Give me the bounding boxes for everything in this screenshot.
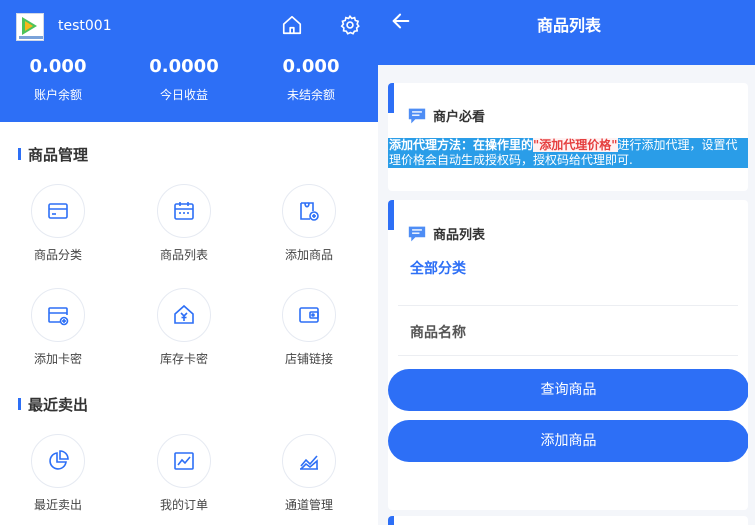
- pie-chart-icon: [49, 450, 69, 470]
- stat-account-balance: 0.000 账户余额: [0, 56, 118, 103]
- menu-item-label: 通道管理: [284, 498, 333, 512]
- menu-item-goods-list[interactable]: 商品列表: [134, 184, 234, 263]
- house-yen-icon: [174, 304, 194, 324]
- notice-heading: 商户必看: [407, 106, 485, 125]
- menu-item-add-goods[interactable]: 添加商品: [259, 184, 359, 263]
- menu-item-shop-link[interactable]: 店铺链接: [259, 288, 359, 367]
- stat-value: 0.000: [282, 56, 340, 77]
- menu-item-goods-category[interactable]: 商品分类: [8, 184, 108, 263]
- notice-text-prefix: 添加代理方法：在操作里的: [389, 138, 534, 152]
- stat-label: 未结余额: [286, 88, 335, 102]
- menu-item-label: 添加卡密: [33, 352, 82, 366]
- menu-item-label: 商品列表: [159, 248, 208, 262]
- section-title-goods: 商品管理: [18, 144, 88, 165]
- gear-icon[interactable]: [339, 14, 361, 36]
- card-icon: [48, 203, 68, 219]
- stat-label: 账户余额: [33, 88, 82, 102]
- wallet-icon: [299, 307, 319, 323]
- username: test001: [58, 18, 112, 34]
- category-select[interactable]: 全部分类: [410, 258, 466, 278]
- stat-today-earnings: 0.0000 今日收益: [124, 56, 244, 103]
- stat-unsettled-balance: 0.000 未结余额: [251, 56, 371, 103]
- message-icon: [408, 226, 426, 241]
- goods-list-card: 商品列表 全部分类 商品名称 查询商品 添加商品: [388, 200, 748, 510]
- menu-item-recent-sold[interactable]: 最近卖出: [8, 434, 108, 513]
- notice-card: 商户必看: [388, 83, 748, 191]
- menu-item-label: 添加商品: [284, 248, 333, 262]
- menu-item-label: 我的订单: [159, 498, 208, 512]
- merchant-dashboard-panel: test001 0.000 账户余额 0.0000 今日收益 0.000 未结余…: [0, 0, 378, 525]
- goods-list-heading: 商品列表: [407, 224, 485, 243]
- stat-value: 0.0000: [149, 56, 219, 77]
- notice-text-highlight: "添加代理价格": [533, 138, 618, 152]
- menu-item-my-orders[interactable]: 我的订单: [134, 434, 234, 513]
- goods-list-heading-text: 商品列表: [433, 228, 486, 243]
- notice-text: 添加代理方法：在操作里的"添加代理价格"进行添加代理，设置代理价格会自动生成授权…: [388, 138, 748, 168]
- add-goods-button[interactable]: 添加商品: [388, 420, 748, 462]
- divider: [398, 305, 738, 306]
- menu-item-label: 最近卖出: [33, 498, 82, 512]
- stat-label: 今日收益: [159, 88, 208, 102]
- area-chart-icon: [300, 455, 318, 470]
- message-icon: [408, 108, 426, 123]
- stat-value: 0.000: [29, 56, 87, 77]
- menu-item-label: 商品分类: [33, 248, 82, 262]
- divider: [398, 355, 738, 356]
- calendar-icon: [174, 202, 194, 220]
- menu-item-label: 店铺链接: [284, 352, 333, 366]
- card-add-icon: [48, 307, 69, 326]
- home-icon[interactable]: [281, 14, 303, 36]
- goods-name-field[interactable]: 商品名称: [410, 322, 466, 342]
- dashboard-body: 商品管理 商品分类 商品列表 添加商品 添加卡密 库存卡密 店铺链接 最近卖出 …: [0, 122, 378, 525]
- page-header: 商品列表: [378, 0, 755, 65]
- avatar[interactable]: [16, 13, 44, 41]
- bag-add-icon: [300, 202, 319, 221]
- account-header: test001 0.000 账户余额 0.0000 今日收益 0.000 未结余…: [0, 0, 378, 122]
- goods-list-panel: 商品列表 商户必看 添加代理方法：在操作里的"添加代理价格"进行添加代理，设置代…: [378, 0, 755, 525]
- menu-item-label: 库存卡密: [159, 352, 208, 366]
- next-card: [388, 516, 748, 525]
- section-title-recent: 最近卖出: [18, 394, 88, 415]
- notice-heading-text: 商户必看: [433, 110, 486, 125]
- page-title: 商品列表: [536, 16, 601, 35]
- query-goods-button[interactable]: 查询商品: [388, 369, 748, 411]
- menu-item-add-card[interactable]: 添加卡密: [8, 288, 108, 367]
- menu-item-channel-management[interactable]: 通道管理: [259, 434, 359, 513]
- line-chart-icon: [174, 452, 194, 470]
- menu-item-stock-cards[interactable]: 库存卡密: [134, 288, 234, 367]
